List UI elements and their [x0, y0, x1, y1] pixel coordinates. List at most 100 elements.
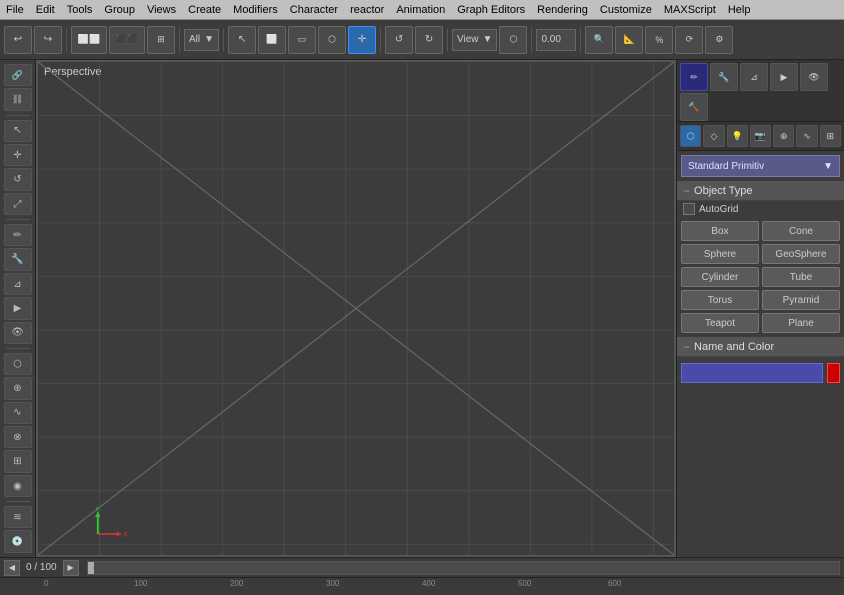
ruler-tick-100: 100 [134, 579, 147, 588]
menu-item-graph editors[interactable]: Graph Editors [451, 2, 531, 18]
timeline-track[interactable] [87, 561, 840, 575]
mirror-button[interactable]: ⬛⬛ [109, 26, 145, 54]
tool-select[interactable]: ↖ [4, 120, 32, 142]
tool-extra6[interactable]: ◉ [4, 475, 32, 497]
percent-snap-button[interactable]: % [645, 26, 673, 54]
redo2-button[interactable]: ↻ [415, 26, 443, 54]
tab-create[interactable]: ✏ [680, 63, 708, 91]
color-swatch[interactable] [827, 363, 840, 383]
obj-btn-cone[interactable]: Cone [762, 221, 840, 241]
tool-extra5[interactable]: ⊞ [4, 450, 32, 472]
autogrid-row: AutoGrid [677, 201, 844, 217]
sep6 [531, 28, 532, 52]
obj-btn-plane[interactable]: Plane [762, 313, 840, 333]
obj-btn-torus[interactable]: Torus [681, 290, 759, 310]
menu-item-create[interactable]: Create [182, 2, 227, 18]
tool-extra8[interactable]: 💿 [4, 530, 32, 552]
tab-display[interactable]: 👁 [800, 63, 828, 91]
tool-modify[interactable]: 🔧 [4, 248, 32, 270]
obj-btn-tube[interactable]: Tube [762, 267, 840, 287]
tool-extra2[interactable]: ⊕ [4, 377, 32, 399]
tool-display[interactable]: 👁 [4, 322, 32, 344]
sep3 [223, 28, 224, 52]
tool-extra1[interactable]: ⬡ [4, 353, 32, 375]
menu-item-group[interactable]: Group [98, 2, 141, 18]
select-rect-button[interactable]: ▭ [288, 26, 316, 54]
name-input-field[interactable] [681, 363, 823, 383]
coord-input[interactable]: 0.00 [536, 29, 576, 51]
select-region-button[interactable]: ⬜ [258, 26, 286, 54]
redo-button[interactable]: ↪ [34, 26, 62, 54]
obj-btn-cylinder[interactable]: Cylinder [681, 267, 759, 287]
undo2-button[interactable]: ↺ [385, 26, 413, 54]
sub-tab-spacewarps[interactable]: ∿ [796, 125, 817, 147]
tool-move[interactable]: ✛ [4, 144, 32, 166]
menu-item-animation[interactable]: Animation [390, 2, 451, 18]
obj-btn-geosphere[interactable]: GeoSphere [762, 244, 840, 264]
menu-item-maxscript[interactable]: MAXScript [658, 2, 722, 18]
select-by-button[interactable]: ⬜⬜ [71, 26, 107, 54]
tool-link[interactable]: 🔗 [4, 64, 32, 86]
tab-motion[interactable]: ▶ [770, 63, 798, 91]
timeline-thumb[interactable] [88, 562, 94, 574]
viewport[interactable]: Perspective [36, 60, 676, 557]
obj-btn-teapot[interactable]: Teapot [681, 313, 759, 333]
name-color-label: Name and Color [694, 341, 774, 353]
object-type-rollout-header[interactable]: − Object Type [677, 181, 844, 201]
menu-item-file[interactable]: File [0, 2, 30, 18]
tool-extra3[interactable]: ∿ [4, 402, 32, 424]
snap-tool-button[interactable]: 🔍 [585, 26, 613, 54]
filter-dropdown[interactable]: All ▼ [184, 29, 219, 51]
tool-create[interactable]: ✏ [4, 224, 32, 246]
undo-button[interactable]: ↩ [4, 26, 32, 54]
extra-tool-button[interactable]: ⚙ [705, 26, 733, 54]
primitive-type-dropdown[interactable]: Standard Primitiv ▼ [681, 155, 840, 177]
tool-scale[interactable]: ⤢ [4, 193, 32, 215]
menu-item-character[interactable]: Character [284, 2, 344, 18]
menu-item-reactor[interactable]: reactor [344, 2, 390, 18]
ruler-tick-0: 0 [44, 579, 48, 588]
tool-motion[interactable]: ▶ [4, 297, 32, 319]
array-button[interactable]: ⊞ [147, 26, 175, 54]
menu-item-edit[interactable]: Edit [30, 2, 61, 18]
tool-rotate[interactable]: ↺ [4, 168, 32, 190]
spinner-button[interactable]: ⟳ [675, 26, 703, 54]
tab-hierarchy[interactable]: ⊿ [740, 63, 768, 91]
sub-tab-systems[interactable]: ⊞ [820, 125, 841, 147]
rollout-minus-icon: − [683, 184, 690, 198]
obj-btn-pyramid[interactable]: Pyramid [762, 290, 840, 310]
select-lasso-button[interactable]: ⬡ [318, 26, 346, 54]
view-dropdown[interactable]: View ▼ [452, 29, 497, 51]
obj-btn-box[interactable]: Box [681, 221, 759, 241]
sub-tab-helpers[interactable]: ⊕ [773, 125, 794, 147]
angle-snap-button[interactable]: 📐 [615, 26, 643, 54]
move-tool-button[interactable]: ✛ [348, 26, 376, 54]
tool-hierarchy[interactable]: ⊿ [4, 273, 32, 295]
timeline-next-button[interactable]: ▶ [63, 560, 79, 576]
tool-extra4[interactable]: ⊗ [4, 426, 32, 448]
menu-item-customize[interactable]: Customize [594, 2, 658, 18]
tool-unlink[interactable]: ⛓ [4, 88, 32, 110]
select-tool-button[interactable]: ↖ [228, 26, 256, 54]
object-type-grid: // Will be populated below BoxConeSphere… [677, 217, 844, 337]
menu-item-help[interactable]: Help [722, 2, 757, 18]
menu-item-views[interactable]: Views [141, 2, 182, 18]
timeline-prev-button[interactable]: ◀ [4, 560, 20, 576]
tab-modify[interactable]: 🔧 [710, 63, 738, 91]
sep2 [179, 28, 180, 52]
menu-item-modifiers[interactable]: Modifiers [227, 2, 284, 18]
sub-tab-geometry[interactable]: ⬡ [680, 125, 701, 147]
filter-arrow-icon: ▼ [204, 34, 214, 45]
sub-tab-lights[interactable]: 💡 [727, 125, 748, 147]
sep7 [580, 28, 581, 52]
menu-item-tools[interactable]: Tools [61, 2, 99, 18]
sub-tab-cameras[interactable]: 📷 [750, 125, 771, 147]
tool-extra7[interactable]: ≋ [4, 506, 32, 528]
autogrid-checkbox[interactable] [683, 203, 695, 215]
menu-item-rendering[interactable]: Rendering [531, 2, 594, 18]
sub-tab-shapes[interactable]: ◇ [703, 125, 724, 147]
name-color-rollout-header[interactable]: − Name and Color [677, 337, 844, 357]
view-extra-button[interactable]: ⬡ [499, 26, 527, 54]
tab-utilities[interactable]: 🔨 [680, 93, 708, 121]
obj-btn-sphere[interactable]: Sphere [681, 244, 759, 264]
